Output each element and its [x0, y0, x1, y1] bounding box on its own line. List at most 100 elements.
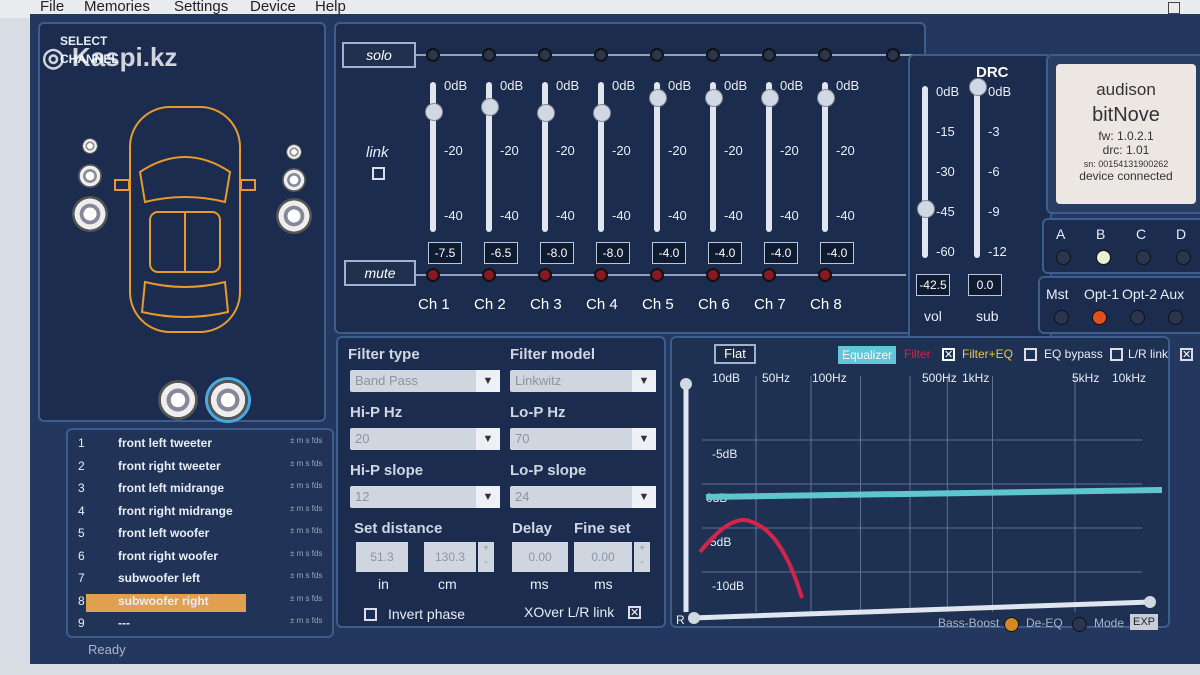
- mute-indicator[interactable]: [818, 268, 832, 282]
- menu-help[interactable]: Help: [315, 0, 346, 15]
- solo-indicator[interactable]: [706, 48, 720, 62]
- solo-indicator[interactable]: [818, 48, 832, 62]
- link-checkbox[interactable]: [372, 167, 385, 180]
- invert-phase-checkbox[interactable]: [364, 608, 377, 621]
- list-item[interactable]: 3 front left midrange ± m s fds: [68, 481, 328, 503]
- channel-gain-value[interactable]: -7.5: [428, 242, 462, 264]
- filter-model-select[interactable]: Linkwitz ▼: [510, 370, 656, 392]
- filter-type-select[interactable]: Band Pass ▼: [350, 370, 500, 392]
- vol-fader-track[interactable]: [922, 86, 928, 258]
- speaker-subwoofer-right[interactable]: [208, 380, 248, 420]
- vol-fader-knob[interactable]: [917, 200, 935, 219]
- fine-set-stepper[interactable]: + -: [634, 542, 650, 572]
- channel-fader-knob[interactable]: [649, 89, 667, 107]
- device-status: device connected: [1079, 169, 1173, 183]
- mute-indicator[interactable]: [426, 268, 440, 282]
- list-item[interactable]: 5 front left woofer ± m s fds: [68, 526, 328, 548]
- sub-value[interactable]: 0.0: [968, 274, 1002, 296]
- mute-indicator[interactable]: [594, 268, 608, 282]
- channel-fader-knob[interactable]: [761, 89, 779, 107]
- delay-input[interactable]: 0.00: [512, 542, 568, 572]
- vol-value[interactable]: -42.5: [916, 274, 950, 296]
- mute-button[interactable]: mute: [344, 260, 416, 286]
- solo-indicator[interactable]: [886, 48, 900, 62]
- channel-fader-knob[interactable]: [705, 89, 723, 107]
- menu-memories[interactable]: Memories: [84, 0, 150, 15]
- solo-indicator[interactable]: [426, 48, 440, 62]
- exp-mode-button[interactable]: EXP: [1130, 614, 1159, 630]
- channel-gain-value[interactable]: -4.0: [708, 242, 742, 264]
- channel-gain-value[interactable]: -4.0: [820, 242, 854, 264]
- filter-eq-checkbox[interactable]: [1024, 348, 1037, 361]
- list-item[interactable]: 1 front left tweeter ± m s fds: [68, 436, 328, 458]
- fine-set-input[interactable]: 0.00: [574, 542, 632, 572]
- filter-eq-tab[interactable]: Filter+EQ: [962, 347, 1013, 361]
- memory-indicator[interactable]: [1096, 250, 1111, 265]
- mute-indicator[interactable]: [482, 268, 496, 282]
- channel-fader-knob[interactable]: [481, 98, 499, 116]
- speaker-front-right-tweeter[interactable]: [286, 144, 302, 160]
- solo-indicator[interactable]: [762, 48, 776, 62]
- list-item[interactable]: 7 subwoofer left ± m s fds: [68, 571, 328, 593]
- solo-indicator[interactable]: [650, 48, 664, 62]
- speaker-subwoofer-left[interactable]: [158, 380, 198, 420]
- solo-indicator[interactable]: [538, 48, 552, 62]
- speaker-front-right-woofer[interactable]: [276, 198, 312, 234]
- distance-cm-input[interactable]: 130.3: [424, 542, 476, 572]
- list-item[interactable]: 2 front right tweeter ± m s fds: [68, 459, 328, 481]
- distance-stepper[interactable]: + -: [478, 542, 494, 572]
- input-indicator[interactable]: [1168, 310, 1183, 325]
- memory-indicator[interactable]: [1056, 250, 1071, 265]
- solo-button[interactable]: solo: [342, 42, 416, 68]
- lop-select[interactable]: 70 ▼: [510, 428, 656, 450]
- channel-gain-value[interactable]: -8.0: [596, 242, 630, 264]
- lop-slope-select[interactable]: 24 ▼: [510, 486, 656, 508]
- de-eq-indicator[interactable]: [1072, 617, 1087, 632]
- lr-link-checkbox[interactable]: ✕: [1180, 348, 1193, 361]
- mute-indicator[interactable]: [762, 268, 776, 282]
- mute-indicator[interactable]: [650, 268, 664, 282]
- speaker-front-left-tweeter[interactable]: [82, 138, 98, 154]
- solo-indicator[interactable]: [594, 48, 608, 62]
- speaker-front-right-midrange[interactable]: [282, 168, 306, 192]
- speaker-front-left-midrange[interactable]: [78, 164, 102, 188]
- list-item[interactable]: 6 front right woofer ± m s fds: [68, 549, 328, 571]
- channel-gain-value[interactable]: -8.0: [540, 242, 574, 264]
- memory-indicator[interactable]: [1176, 250, 1191, 265]
- sub-fader-knob[interactable]: [969, 78, 987, 96]
- input-indicator[interactable]: [1130, 310, 1145, 325]
- eq-bypass-checkbox[interactable]: [1110, 348, 1123, 361]
- hip-select[interactable]: 20 ▼: [350, 428, 500, 450]
- menu-device[interactable]: Device: [250, 0, 296, 15]
- list-item[interactable]: 9 --- ± m s fds: [68, 616, 328, 638]
- mute-indicator[interactable]: [538, 268, 552, 282]
- menu-file[interactable]: File: [40, 0, 64, 15]
- channel-gain-value[interactable]: -4.0: [652, 242, 686, 264]
- hip-slope-select[interactable]: 12 ▼: [350, 486, 500, 508]
- channel-gain-value[interactable]: -6.5: [484, 242, 518, 264]
- maximize-icon[interactable]: [1168, 2, 1180, 14]
- sub-fader-track[interactable]: [974, 86, 980, 258]
- list-item[interactable]: 8 subwoofer right ± m s fds: [68, 593, 328, 616]
- xover-link-checkbox[interactable]: ✕: [628, 606, 641, 619]
- speaker-front-left-woofer[interactable]: [72, 196, 108, 232]
- channel-fader-knob[interactable]: [817, 89, 835, 107]
- menu-settings[interactable]: Settings: [174, 0, 228, 15]
- distance-in-input[interactable]: 51.3: [356, 542, 408, 572]
- filter-tab[interactable]: Filter: [904, 347, 931, 361]
- channel-fader-knob[interactable]: [537, 104, 555, 122]
- channel-gain-value[interactable]: -4.0: [764, 242, 798, 264]
- mute-indicator[interactable]: [706, 268, 720, 282]
- flat-button[interactable]: Flat: [714, 344, 756, 364]
- channel-number: 9: [78, 616, 85, 630]
- filter-checkbox[interactable]: ✕: [942, 348, 955, 361]
- solo-indicator[interactable]: [482, 48, 496, 62]
- channel-fader-knob[interactable]: [425, 102, 443, 121]
- bass-boost-indicator[interactable]: [1004, 617, 1019, 632]
- memory-indicator[interactable]: [1136, 250, 1151, 265]
- hip-label: Hi-P Hz: [350, 404, 403, 421]
- list-item[interactable]: 4 front right midrange ± m s fds: [68, 504, 328, 526]
- input-indicator[interactable]: [1054, 310, 1069, 325]
- channel-fader-knob[interactable]: [593, 104, 611, 122]
- input-indicator[interactable]: [1092, 310, 1107, 325]
